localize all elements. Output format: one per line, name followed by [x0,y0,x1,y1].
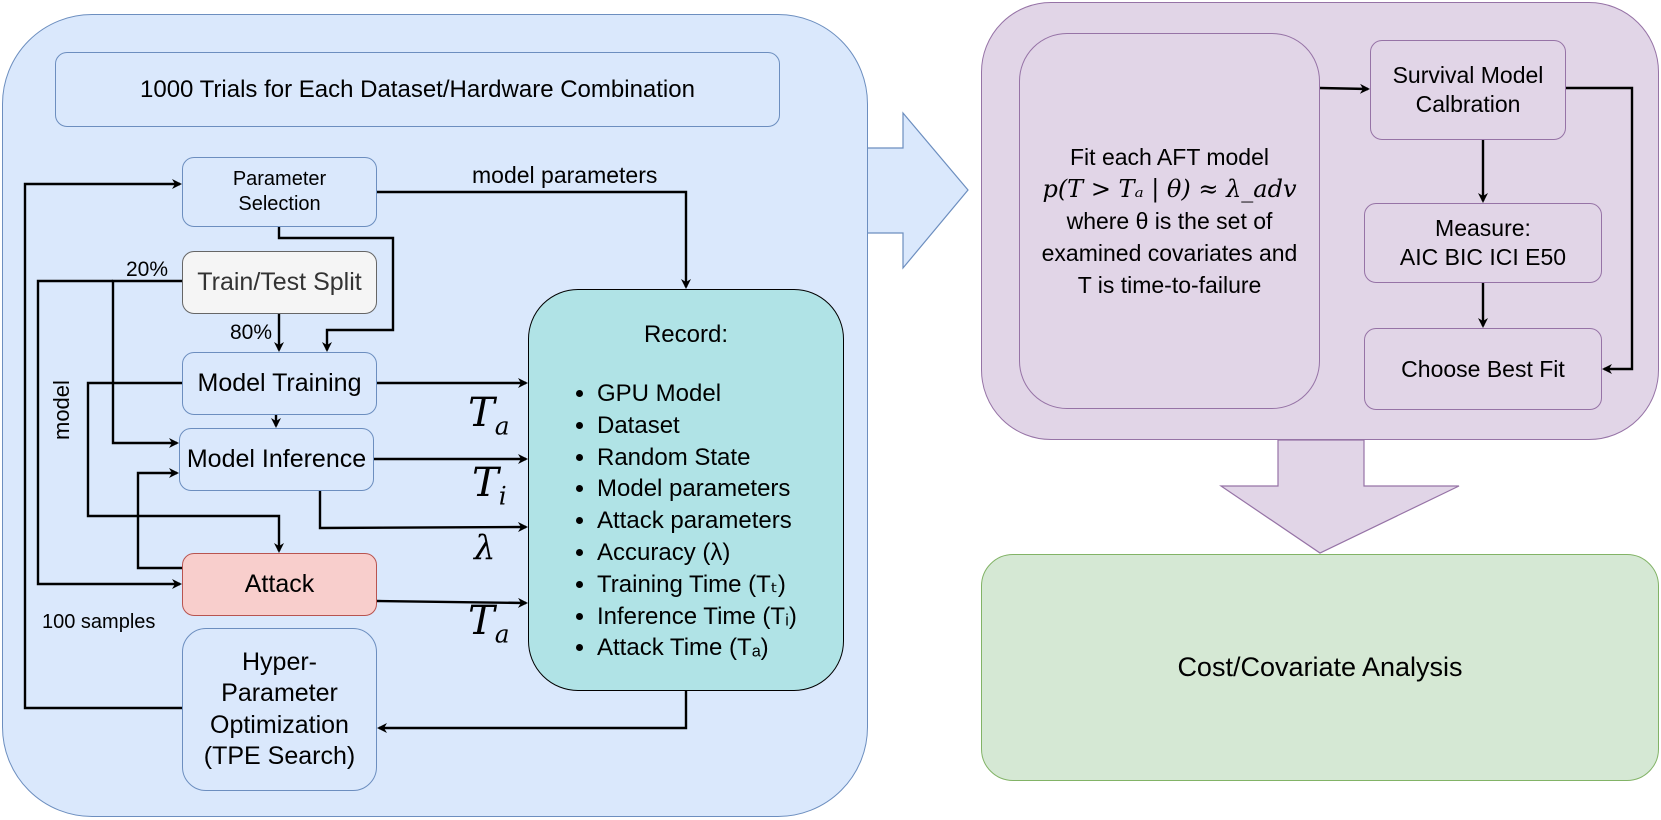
calibration-line2: Calbration [1415,91,1521,117]
trials-header-box: 1000 Trials for Each Dataset/Hardware Co… [55,52,780,127]
record-title: Record: [643,321,729,348]
edge-label-accuracy: λ [474,528,496,568]
aft-fit-node: Fit each AFT model p(T > Tₐ | θ) ≈ λ_adv… [1019,33,1320,409]
hpo-line4: (TPE Search) [203,741,356,770]
calibration-line1: Survival Model [1392,62,1544,89]
record-item: Dataset [597,410,797,442]
measure-line2: AIC BIC ICI E50 [1399,244,1567,270]
edge-label-attack-time: Ta [468,598,510,649]
edge-label-inference-time: Ti [472,460,507,511]
aft-formula: p(T > Tₐ | θ) ≈ λ_adv [1042,175,1297,203]
hyperparameter-optimization-node: Hyper- Parameter Optimization (TPE Searc… [182,628,377,791]
aft-line1: Fit each AFT model [1070,144,1269,170]
measure-line1: Measure: [1435,215,1531,242]
record-list: GPU Model Dataset Random State Model par… [565,378,797,664]
hpo-line1: Hyper- [241,648,317,676]
record-item: Model parameters [597,473,797,505]
model-training-label: Model Training [197,368,362,397]
cost-covariate-analysis-box: Cost/Covariate Analysis [981,554,1659,781]
train-test-split-label: Train/Test Split [197,267,362,296]
edge-label-samples: 100 samples [42,611,156,633]
choose-best-fit-label: Choose Best Fit [1401,355,1565,382]
trials-header-text: 1000 Trials for Each Dataset/Hardware Co… [140,75,695,103]
analysis-label: Cost/Covariate Analysis [1177,651,1463,682]
model-inference-label: Model Inference [186,444,367,473]
survival-model-calibration-node: Survival Model Calbration [1370,40,1566,140]
hpo-line2: Parameter [221,679,338,708]
record-item: Attack parameters [597,505,797,537]
edge-label-test-pct: 20% [126,258,169,281]
record-item: Random State [597,442,797,474]
measure-node: Measure: AIC BIC ICI E50 [1364,203,1602,283]
flow-arrow-right [865,111,969,270]
model-training-node: Model Training [182,352,377,415]
record-item: Accuracy (λ) [597,537,797,569]
parameter-selection-line2: Selection [238,193,321,215]
model-inference-node: Model Inference [179,428,374,491]
aft-line5: T is time-to-failure [1077,272,1262,298]
choose-best-fit-node: Choose Best Fit [1364,328,1602,410]
hpo-line3: Optimization [210,710,349,739]
edge-label-training-time: Ta [468,390,510,441]
attack-label: Attack [244,569,315,598]
attack-node: Attack [182,553,377,616]
aft-line4: examined covariates and [1041,240,1298,266]
aft-line3: where θ is the set of [1066,208,1273,234]
record-item: GPU Model [597,378,797,410]
edge-label-model-parameters: model parameters [472,162,658,188]
record-item: Training Time (Tₜ) [597,569,797,601]
flow-arrow-down [1219,439,1460,554]
record-node: Record: GPU Model Dataset Random State M… [528,289,844,691]
record-item: Attack Time (Tₐ) [597,632,797,664]
record-item: Inference Time (Tᵢ) [597,601,797,633]
edge-label-model: model [49,380,74,440]
edge-label-train-pct: 80% [230,321,273,344]
parameter-selection-line1: Parameter [232,168,327,190]
parameter-selection-node: Parameter Selection [182,157,377,227]
train-test-split-node: Train/Test Split [182,251,377,314]
